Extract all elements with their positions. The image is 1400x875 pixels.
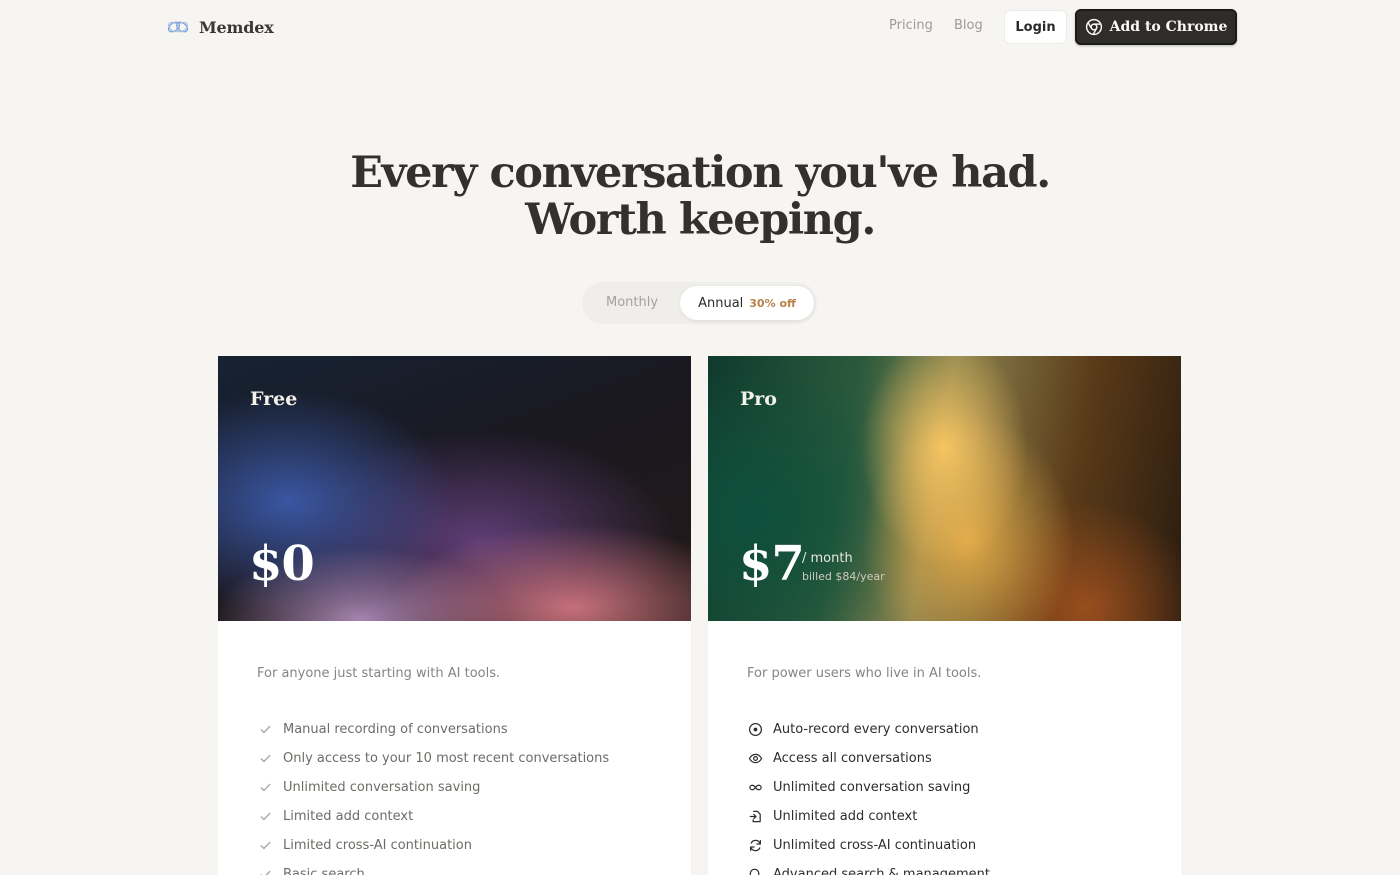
search-icon [747,867,763,875]
hero-line-2: Worth keeping. [525,195,876,245]
infinity-icon [747,780,763,796]
plan-description: For anyone just starting with AI tools. [257,666,501,681]
plan-price: $7 [739,536,805,592]
toggle-annual[interactable]: Annual 30% off [680,286,814,320]
feature-text: Unlimited conversation saving [283,780,481,795]
feature-item: Manual recording of conversations [257,715,609,744]
feature-text: Auto-record every conversation [773,722,979,737]
feature-text: Only access to your 10 most recent conve… [283,751,610,766]
price-period: / month [802,551,853,566]
logo-icon [167,21,189,33]
feature-list: Auto-record every conversation Access al… [747,715,990,875]
feature-item: Auto-record every conversation [747,715,990,744]
plan-card-free: Free $0 For anyone just starting with AI… [218,356,691,875]
record-icon [747,722,763,738]
feature-text: Advanced search & management [773,867,991,875]
check-icon [257,780,273,796]
nav-link-blog[interactable]: Blog [954,18,983,33]
feature-text: Limited cross-AI continuation [283,838,472,853]
plan-card-pro: Pro $7 / month billed $84/year For power… [708,356,1181,875]
feature-item: Unlimited cross-AI continuation [747,831,990,860]
toggle-monthly[interactable]: Monthly [606,295,658,310]
check-icon [257,838,273,854]
feature-list: Manual recording of conversations Only a… [257,715,609,875]
feature-item: Advanced search & management [747,860,990,875]
refresh-icon [747,838,763,854]
plan-description: For power users who live in AI tools. [747,666,982,681]
add-context-icon [747,809,763,825]
check-icon [257,867,273,875]
nav-link-pricing[interactable]: Pricing [889,18,933,33]
annual-label: Annual [698,295,744,311]
feature-text: Unlimited conversation saving [773,780,971,795]
plan-price: $0 [249,536,315,592]
feature-item: Limited add context [257,802,609,831]
login-button[interactable]: Login [1004,10,1067,44]
feature-item: Access all conversations [747,744,990,773]
top-nav: Memdex Pricing Blog Login Add to Chrome [0,0,1400,56]
feature-text: Access all conversations [773,751,932,766]
plan-header-pro: Pro $7 / month billed $84/year [708,356,1181,621]
feature-item: Only access to your 10 most recent conve… [257,744,609,773]
feature-text: Basic search [283,867,365,875]
feature-text: Unlimited cross-AI continuation [773,838,977,853]
hero-headline: Every conversation you've had. Worth kee… [0,150,1400,244]
brand-name: Memdex [199,17,274,37]
check-icon [257,809,273,825]
discount-badge: 30% off [749,296,796,310]
eye-icon [747,751,763,767]
hero-line-1: Every conversation you've had. [350,148,1051,198]
check-icon [257,751,273,767]
price-billed-note: billed $84/year [802,570,885,583]
plan-name: Free [250,388,298,410]
feature-text: Limited add context [283,809,414,824]
plan-header-free: Free $0 [218,356,691,621]
billing-toggle: Monthly Annual 30% off [582,282,817,324]
brand-logo[interactable]: Memdex [166,15,274,39]
feature-item: Unlimited conversation saving [257,773,609,802]
feature-item: Unlimited conversation saving [747,773,990,802]
feature-item: Basic search [257,860,609,875]
check-icon [257,722,273,738]
feature-item: Unlimited add context [747,802,990,831]
feature-text: Manual recording of conversations [283,722,508,737]
feature-text: Unlimited add context [773,809,918,824]
feature-item: Limited cross-AI continuation [257,831,609,860]
plan-name: Pro [740,388,777,410]
chrome-icon [1085,18,1102,36]
add-to-chrome-button[interactable]: Add to Chrome [1075,9,1237,45]
add-to-chrome-label: Add to Chrome [1109,19,1228,35]
